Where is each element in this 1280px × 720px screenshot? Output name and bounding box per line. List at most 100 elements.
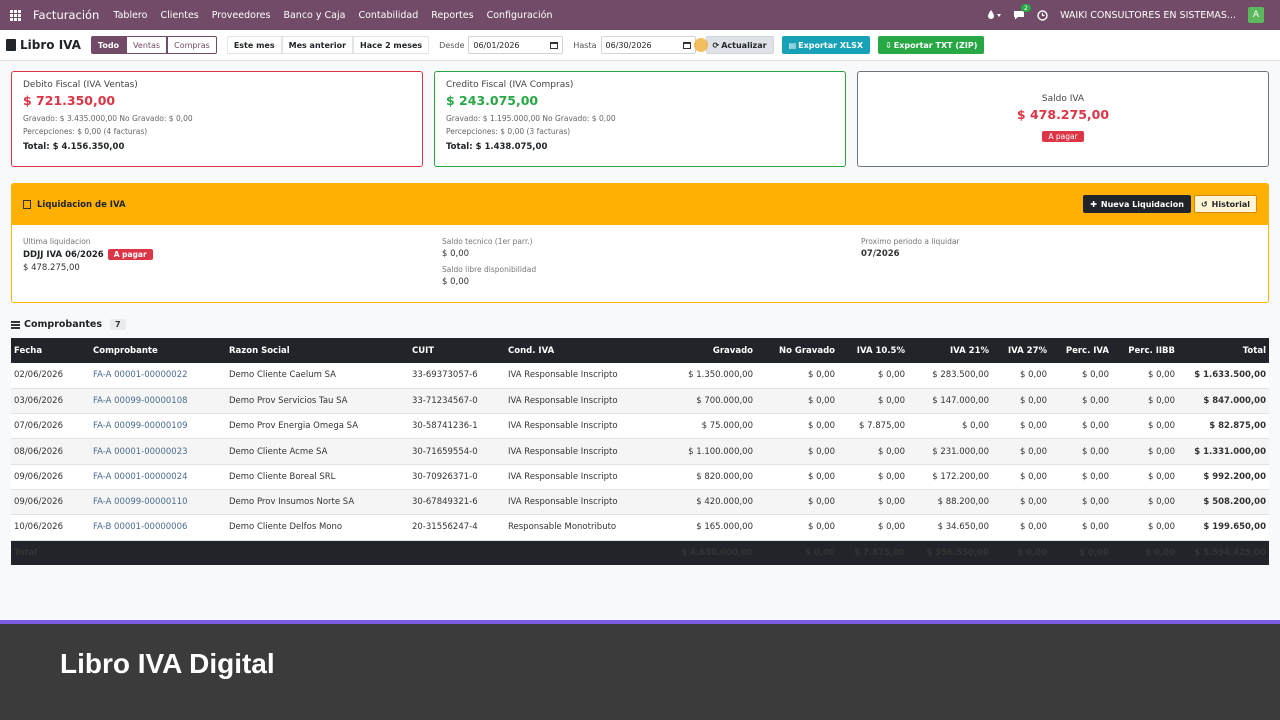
- nav-tablero[interactable]: Tablero: [113, 10, 147, 21]
- banner-caption: Libro IVA Digital: [60, 648, 275, 679]
- column-header[interactable]: Gravado: [660, 338, 756, 363]
- comprobante-link[interactable]: FA-A 00001-00000023: [90, 439, 226, 464]
- total-cell: [409, 540, 505, 565]
- nav-banco-caja[interactable]: Banco y Caja: [283, 10, 345, 21]
- credit-card: Credito Fiscal (IVA Compras) $ 243.075,0…: [434, 71, 846, 167]
- table-cell: Demo Prov Energia Omega SA: [229, 421, 359, 432]
- column-header[interactable]: Perc. IVA: [1050, 338, 1112, 363]
- column-header[interactable]: Cond. IVA: [505, 338, 660, 363]
- ultima-value[interactable]: DDJJ IVA 06/2026: [23, 250, 104, 260]
- apps-menu-icon[interactable]: [0, 0, 30, 30]
- nav-clientes[interactable]: Clientes: [160, 10, 198, 21]
- messages-icon[interactable]: 2: [1013, 4, 1032, 20]
- table-cell: IVA Responsable Inscripto: [508, 446, 618, 457]
- nueva-liquidacion-label: Nueva Liquidacion: [1100, 199, 1184, 209]
- desde-date-field[interactable]: 06/01/2026: [468, 36, 564, 54]
- column-header[interactable]: IVA 10.5%: [838, 338, 908, 363]
- historial-label: Historial: [1211, 199, 1250, 209]
- nav-reportes[interactable]: Reportes: [431, 10, 473, 21]
- column-header[interactable]: IVA 27%: [992, 338, 1050, 363]
- column-header[interactable]: No Gravado: [756, 338, 838, 363]
- table-cell: $ 0,00: [807, 421, 835, 432]
- table-row[interactable]: 07/06/2026 FA-A 00099-00000109 Demo Prov E…: [11, 413, 1269, 439]
- period-hace-2-meses-button[interactable]: Hace 2 meses: [353, 36, 430, 54]
- refresh-button[interactable]: ⟳ Actualizar: [705, 36, 774, 54]
- debit-gravado-line: Gravado: $ 3.435.000,00 No Gravado: $ 0,…: [23, 114, 193, 123]
- nav-contabilidad[interactable]: Contabilidad: [358, 10, 418, 21]
- nueva-liquidacion-button[interactable]: ✚ Nueva Liquidacion: [1083, 195, 1191, 213]
- total-cell: $ 5.594.425,00: [1194, 547, 1266, 558]
- hasta-label: Hasta: [573, 40, 597, 50]
- nav-configuracion[interactable]: Configuración: [487, 10, 553, 21]
- user-avatar[interactable]: A: [1248, 7, 1264, 23]
- table-row[interactable]: 02/06/2026 FA-A 00001-00000022 Demo Client…: [11, 363, 1269, 389]
- total-cell: $ 0,00: [1017, 547, 1047, 558]
- table-row[interactable]: 09/06/2026 FA-A 00001-00000024 Demo Client…: [11, 464, 1269, 490]
- table-cell: $ 0,00: [1081, 522, 1109, 533]
- table-cell: $ 0,00: [1147, 446, 1175, 457]
- column-header[interactable]: IVA 21%: [908, 338, 992, 363]
- comprobante-link[interactable]: FA-A 00099-00000109: [90, 414, 226, 439]
- table-cell: $ 0,00: [1147, 522, 1175, 533]
- debit-card: Debito Fiscal (IVA Ventas) $ 721.350,00 …: [11, 71, 423, 167]
- refresh-icon: ⟳: [712, 40, 720, 50]
- table-cell: Demo Cliente Delfos Mono: [229, 522, 343, 533]
- company-switcher[interactable]: WAIKI CONSULTORES EN SISTEMAS...: [1060, 10, 1236, 21]
- export-xlsx-button[interactable]: ▤ Exportar XLSX: [781, 36, 871, 54]
- table-row[interactable]: 09/06/2026 FA-A 00099-00000110 Demo Prov I…: [11, 489, 1269, 515]
- column-header[interactable]: Perc. IIBB: [1112, 338, 1178, 363]
- liquidacion-header: Liquidacion de IVA ✚ Nueva Liquidacion ↺…: [12, 184, 1268, 225]
- book-icon: [6, 39, 16, 51]
- calendar-icon[interactable]: [550, 41, 559, 49]
- comprobante-link[interactable]: FA-B 00001-00000006: [90, 515, 226, 540]
- table-row[interactable]: 03/06/2026 FA-A 00099-00000108 Demo Prov S…: [11, 388, 1269, 414]
- comprobante-link[interactable]: FA-A 00001-00000022: [90, 363, 226, 388]
- period-este-mes-button[interactable]: Este mes: [226, 36, 282, 54]
- credit-percepciones-line: Percepciones: $ 0,00 (3 facturas): [446, 127, 571, 136]
- scope-todo-button[interactable]: Todo: [90, 36, 127, 54]
- table-cell: $ 1.100.000,00: [688, 446, 753, 457]
- calendar-icon[interactable]: [682, 41, 691, 49]
- column-header[interactable]: Razon Social: [226, 338, 409, 363]
- nav-proveedores[interactable]: Proveedores: [212, 10, 271, 21]
- total-cell: $ 4.630.000,00: [681, 547, 753, 558]
- table-cell: 08/06/2026: [14, 446, 63, 457]
- clock-icon[interactable]: [1037, 9, 1048, 21]
- column-header[interactable]: Fecha: [11, 338, 90, 363]
- table-cell: $ 34.650,00: [937, 522, 989, 533]
- historial-button[interactable]: ↺ Historial: [1193, 195, 1257, 213]
- table-cell: $ 0,00: [877, 395, 905, 406]
- period-mes-anterior-button[interactable]: Mes anterior: [281, 36, 354, 54]
- table-cell: $ 0,00: [807, 395, 835, 406]
- total-cell: [226, 540, 409, 565]
- table-cell: $ 992.200,00: [1203, 471, 1266, 482]
- table-cell: $ 1.633.500,00: [1194, 370, 1266, 381]
- table-cell: $ 847.000,00: [1203, 395, 1266, 406]
- file-excel-icon: ▤: [788, 40, 797, 50]
- proximo-label: Proximo periodo a liquidar: [861, 237, 960, 246]
- table-cell: $ 0,00: [877, 446, 905, 457]
- table-cell: $ 0,00: [807, 522, 835, 533]
- liquidacion-panel: Liquidacion de IVA ✚ Nueva Liquidacion ↺…: [11, 183, 1269, 303]
- comprobante-link[interactable]: FA-A 00099-00000110: [90, 489, 226, 514]
- scope-ventas-button[interactable]: Ventas: [126, 36, 168, 54]
- app-brand[interactable]: Facturación: [33, 8, 99, 22]
- hasta-date-field[interactable]: 06/30/2026: [600, 36, 696, 54]
- debit-amount: $ 721.350,00: [23, 93, 116, 108]
- activity-icon[interactable]: [987, 10, 1002, 20]
- table-cell: $ 75.000,00: [701, 421, 753, 432]
- comprobante-link[interactable]: FA-A 00099-00000108: [90, 388, 226, 413]
- table-cell: $ 7.875,00: [859, 421, 905, 432]
- table-cell: $ 0,00: [807, 370, 835, 381]
- export-txt-button[interactable]: ⇩ Exportar TXT (ZIP): [878, 36, 985, 54]
- comprobante-link[interactable]: FA-A 00001-00000024: [90, 464, 226, 489]
- column-header[interactable]: Total: [1178, 338, 1269, 363]
- top-navbar: Facturación Tablero Clientes Proveedores…: [0, 0, 1280, 30]
- download-icon: ⇩: [885, 40, 892, 50]
- scope-compras-button[interactable]: Compras: [167, 36, 217, 54]
- column-header[interactable]: Comprobante: [90, 338, 226, 363]
- table-row[interactable]: 08/06/2026 FA-A 00001-00000023 Demo Client…: [11, 438, 1269, 465]
- column-header[interactable]: CUIT: [409, 338, 505, 363]
- table-cell: 09/06/2026: [14, 497, 63, 508]
- table-row[interactable]: 10/06/2026 FA-B 00001-00000006 Demo Client…: [11, 514, 1269, 541]
